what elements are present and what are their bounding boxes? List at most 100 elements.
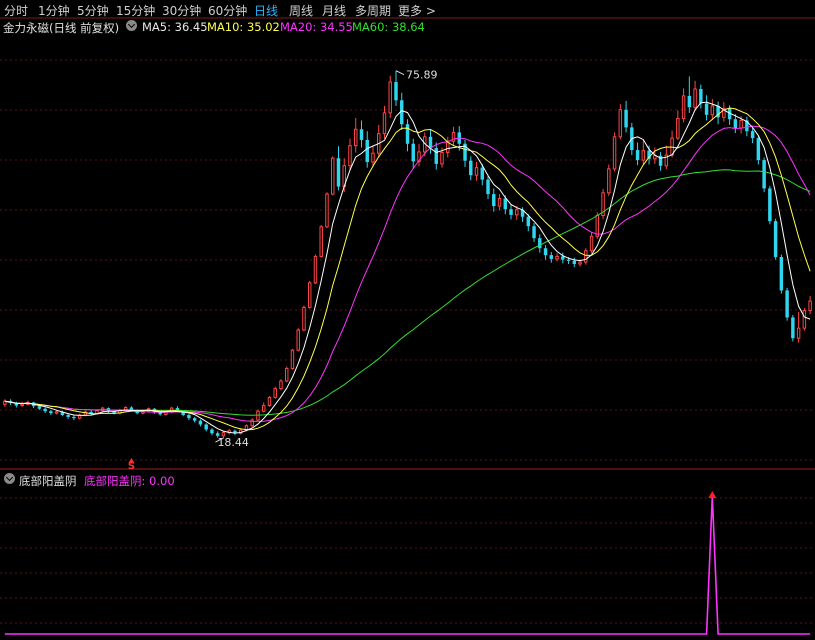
candle-down [773, 221, 778, 258]
candle-up [710, 105, 715, 116]
ma20-line [4, 125, 811, 422]
candle-down [66, 415, 70, 417]
candle-up [279, 380, 283, 390]
candle-up [653, 155, 657, 160]
candle-up [371, 152, 375, 163]
candle-down [791, 317, 795, 339]
candle-up [612, 136, 617, 170]
candle-down [72, 416, 76, 419]
candle-down [768, 188, 772, 222]
candle-down [526, 216, 531, 227]
candle-down [43, 408, 47, 412]
signal-label: S [128, 461, 135, 472]
candle-up [354, 128, 358, 147]
high-marker [395, 70, 405, 76]
candle-up [273, 388, 277, 398]
candle-down [480, 167, 484, 180]
candle-down [192, 418, 197, 421]
ma5-line [4, 101, 811, 434]
ma60-line [4, 169, 811, 416]
candle-up [796, 327, 801, 339]
candle-down [336, 158, 341, 187]
candle-up [267, 396, 272, 407]
candle-down [561, 256, 565, 260]
candle-down [434, 148, 438, 164]
candle-down [566, 259, 571, 261]
candle-up [319, 226, 323, 257]
candle-down [687, 95, 692, 108]
candle-up [284, 367, 289, 382]
candle-down [198, 420, 203, 425]
candle-up [382, 112, 387, 135]
candle-up [331, 157, 335, 195]
stock-chart[interactable]: 75.89 18.44 S [0, 0, 815, 640]
candle-down [532, 226, 536, 239]
candle-up [670, 137, 674, 156]
candle-up [388, 81, 392, 114]
candle-up [739, 119, 743, 129]
candle-up [313, 255, 318, 284]
candle-down [785, 290, 789, 318]
candle-up [474, 167, 479, 176]
candle-down [411, 143, 415, 162]
candle-up [325, 193, 329, 228]
candle-up [440, 152, 444, 165]
candle-down [503, 198, 508, 210]
candle-up [555, 255, 559, 260]
candle-down [210, 429, 214, 434]
candle-up [296, 329, 300, 351]
candle-up [618, 109, 623, 138]
candle-up [497, 198, 502, 207]
candle-down [405, 124, 410, 144]
high-label: 75.89 [406, 69, 438, 82]
candle-up [261, 405, 266, 412]
indicator-arrow-icon [708, 491, 717, 498]
candle-up [578, 261, 582, 265]
candle-down [543, 248, 548, 256]
candle-down [750, 131, 755, 139]
candle-up [515, 209, 519, 216]
candle-down [394, 82, 398, 101]
candle-down [365, 139, 369, 162]
candle-up [641, 150, 646, 161]
candle-down [635, 150, 640, 161]
candle-down [359, 129, 364, 140]
candle-up [595, 214, 600, 237]
candle-up [681, 95, 686, 120]
candle-down [486, 179, 490, 195]
low-label: 18.44 [217, 436, 249, 449]
candle-down [492, 194, 496, 207]
candle-down [756, 138, 761, 161]
candle-down [37, 406, 42, 409]
candle-down [704, 103, 709, 115]
candle-up [302, 306, 306, 331]
candle-down [469, 160, 473, 176]
candle-up [676, 118, 680, 139]
candle-up [802, 310, 807, 329]
candle-up [20, 403, 24, 407]
candle-up [290, 349, 295, 369]
candle-up [693, 88, 697, 108]
candle-down [762, 160, 766, 189]
indicator-line [4, 495, 811, 635]
candle-down [624, 109, 628, 128]
ma10-line [4, 107, 811, 431]
candle-up [256, 410, 260, 421]
candle-down [699, 88, 703, 104]
candle-down [572, 260, 577, 264]
candle-down [49, 411, 53, 414]
candle-down [428, 136, 433, 149]
candle-down [509, 209, 513, 215]
candle-up [808, 300, 812, 312]
candle-down [733, 119, 738, 129]
candle-up [307, 282, 312, 308]
candle-down [187, 415, 191, 419]
candle-up [348, 145, 352, 167]
candle-up [589, 235, 594, 252]
candle-up [584, 250, 588, 263]
candle-up [54, 411, 59, 414]
candle-down [204, 424, 208, 430]
candle-down [549, 255, 554, 259]
candle-down [538, 238, 542, 249]
candle-up [607, 168, 611, 194]
